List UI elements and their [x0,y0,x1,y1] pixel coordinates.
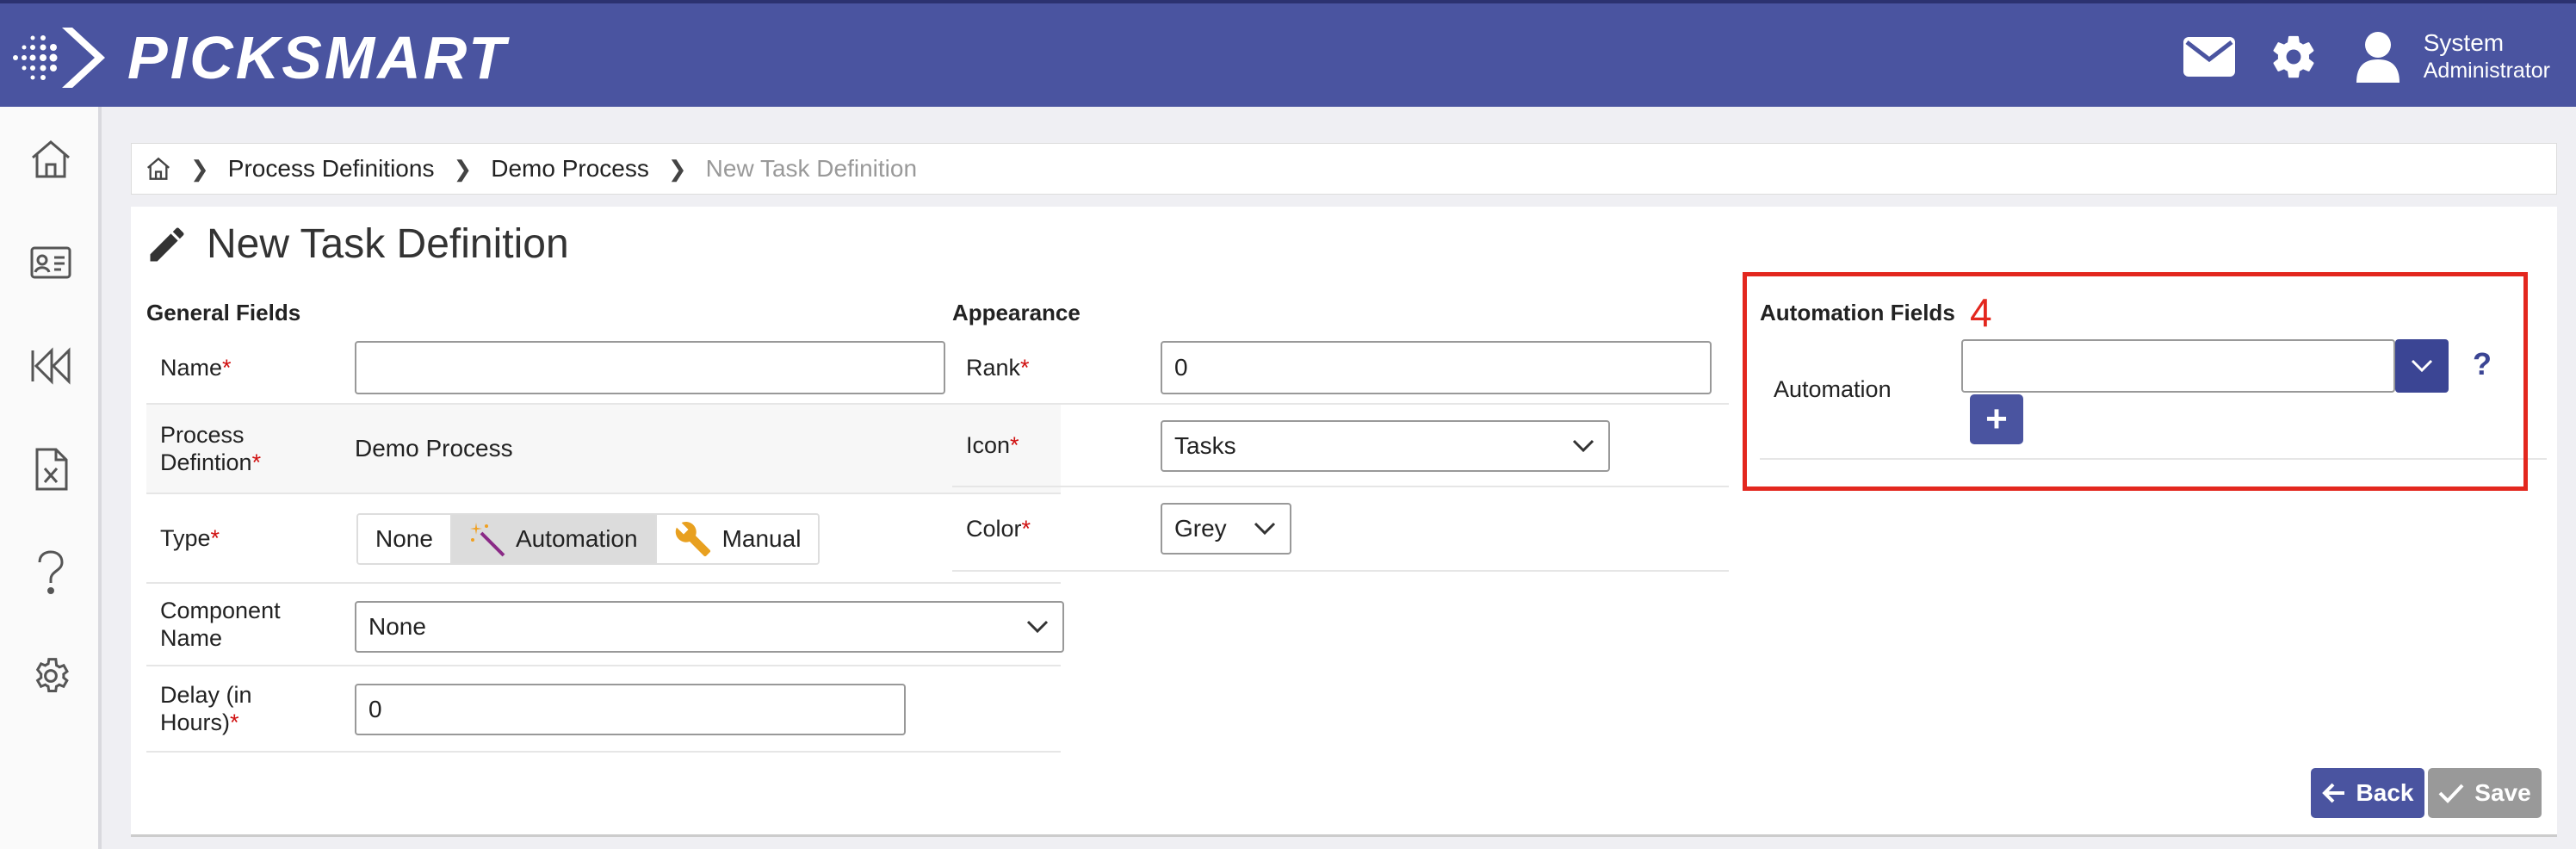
delay-row: Delay (in Hours)* 0 [146,666,1061,753]
logo-arrow-icon [13,28,105,88]
color-select[interactable]: Grey [1161,503,1291,555]
appearance-heading: Appearance [952,300,1081,325]
id-card-icon[interactable] [21,232,81,293]
save-button[interactable]: Save [2428,768,2542,818]
icon-label: Icon* [966,432,1019,458]
chevron-right-icon: ❯ [667,155,687,182]
process-definition-value: Demo Process [355,435,513,462]
name-row: Name* [146,332,1061,405]
settings-icon[interactable] [21,646,81,706]
rank-row: Rank* 0 [952,332,1729,405]
type-button-group: None Automation Manual [356,513,820,565]
component-name-select[interactable]: None [355,601,1064,653]
component-name-label: Component Name [160,598,281,651]
process-definition-label: Process Defintion* [160,422,262,475]
chevron-down-icon [1254,522,1276,536]
breadcrumb-process-definitions[interactable]: Process Definitions [228,155,435,183]
page-title: New Task Definition [145,220,569,268]
delay-input[interactable]: 0 [355,684,906,735]
name-input[interactable] [355,341,945,394]
home-icon[interactable] [21,129,81,189]
rank-input[interactable]: 0 [1161,341,1712,394]
icon-select[interactable]: Tasks [1161,420,1610,472]
envelope-icon[interactable] [2179,27,2239,87]
type-manual-button[interactable]: Manual [654,515,819,563]
rewind-icon[interactable] [21,336,81,396]
gear-icon[interactable] [2263,27,2324,87]
type-none-button[interactable]: None [358,515,450,563]
user-name: System [2423,29,2505,56]
user-icon[interactable] [2348,27,2408,87]
name-label: Name* [160,355,232,381]
brand-name: PICKSMART [127,24,508,91]
annotation-highlight-box [1743,272,2528,491]
check-icon [2438,784,2464,803]
pencil-icon [150,226,184,261]
back-button[interactable]: Back [2311,768,2424,818]
type-label: Type* [160,525,220,551]
general-fields-heading: General Fields [146,300,301,325]
delay-label: Delay (in Hours)* [160,682,252,735]
chevron-down-icon [1572,439,1595,453]
type-automation-button[interactable]: Automation [449,515,655,563]
page-title-text: New Task Definition [207,221,569,267]
chevron-right-icon: ❯ [453,155,473,182]
home-icon[interactable] [146,157,171,181]
annotation-number: 4 [1970,290,1992,335]
user-role: Administrator [2423,59,2550,83]
wrench-icon [675,522,710,557]
top-bar: PICKSMART System Administrator [0,0,2576,107]
arrow-left-icon [2321,783,2344,803]
chevron-down-icon [1026,620,1049,634]
process-definition-row: Process Defintion* Demo Process [146,405,1061,494]
user-display[interactable]: System Administrator [2424,29,2550,84]
color-label: Color* [966,516,1031,542]
breadcrumb-current: New Task Definition [705,155,918,182]
picksmart-logo[interactable]: PICKSMART [9,19,508,96]
breadcrumb-demo-process[interactable]: Demo Process [491,155,649,183]
chevron-right-icon: ❯ [190,155,209,182]
excel-file-icon[interactable] [21,439,81,499]
rank-label: Rank* [966,355,1030,381]
type-row: Type* None Automation Manual [146,494,1061,584]
breadcrumb: ❯ Process Definitions ❯ Demo Process ❯ N… [131,143,2557,195]
magic-wand-icon [469,523,505,557]
sidebar [0,107,102,849]
icon-row: Icon* Tasks [952,405,1729,487]
question-icon[interactable] [21,542,81,603]
color-row: Color* Grey [952,487,1729,572]
